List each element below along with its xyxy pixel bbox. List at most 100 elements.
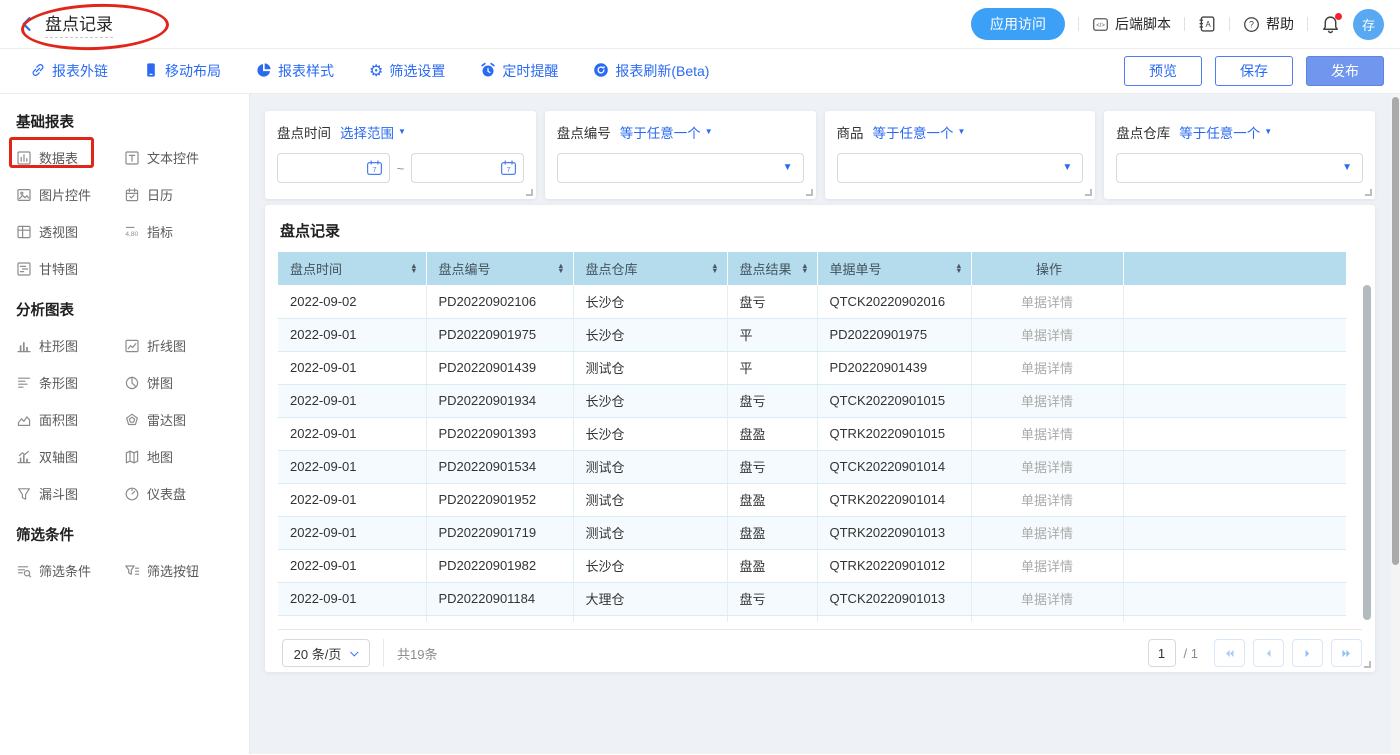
toolbar-item-report-refresh[interactable]: 报表刷新(Beta): [593, 61, 709, 81]
filter-select[interactable]: ▼: [837, 153, 1084, 183]
data-table-widget[interactable]: 盘点记录 盘点时间▲▼盘点编号▲▼盘点仓库▲▼盘点结果▲▼单据单号▲▼操作202…: [265, 205, 1375, 672]
table-cell: PD20220901952: [426, 483, 573, 516]
save-button[interactable]: 保存: [1215, 56, 1293, 86]
table-scrollbar[interactable]: [1363, 285, 1371, 620]
column-header[interactable]: 盘点结果▲▼: [727, 252, 817, 285]
record-detail-link[interactable]: 单据详情: [971, 450, 1123, 483]
record-detail-link[interactable]: 单据详情: [971, 516, 1123, 549]
filter-select[interactable]: ▼: [1116, 153, 1363, 183]
record-detail-link[interactable]: 单据详情: [971, 582, 1123, 615]
sort-icon[interactable]: ▲▼: [949, 264, 962, 273]
filter-operator-dropdown[interactable]: 等于任意一个▼: [873, 122, 966, 142]
widget-resize-handle[interactable]: [1365, 189, 1372, 196]
toolbar-item-report-style[interactable]: 报表样式: [256, 61, 334, 81]
date-start-input[interactable]: 7: [277, 153, 390, 183]
sidebar-item-area-chart[interactable]: 面积图: [16, 410, 124, 429]
filter-operator-dropdown[interactable]: 选择范围▼: [340, 122, 406, 142]
column-header[interactable]: 盘点时间▲▼: [278, 252, 426, 285]
sort-icon[interactable]: ▲▼: [795, 264, 808, 273]
table-cell: 测试仓: [573, 450, 727, 483]
table-cell: 盘盈: [727, 516, 817, 549]
table-cell: PD20220901534: [426, 450, 573, 483]
sidebar-item-radar-chart[interactable]: 雷达图: [124, 410, 239, 429]
page-number-input[interactable]: 1: [1148, 639, 1176, 667]
filter-widget-inventory-warehouse[interactable]: 盘点仓库 等于任意一个▼ ▼: [1104, 111, 1375, 199]
sidebar-item-pie-chart[interactable]: 饼图: [124, 373, 239, 392]
back-button[interactable]: [18, 15, 36, 33]
sidebar-item-dual-axis-chart[interactable]: 双轴图: [16, 447, 124, 466]
sidebar-item-bar-chart[interactable]: 条形图: [16, 373, 124, 392]
help-button[interactable]: ? 帮助: [1243, 14, 1294, 34]
caret-down-icon: ▼: [1264, 128, 1272, 136]
sidebar-item-filter-button[interactable]: 筛选按钮: [124, 561, 239, 580]
sidebar-item-line-chart[interactable]: 折线图: [124, 336, 239, 355]
caret-down-icon: ▼: [1062, 163, 1072, 173]
toolbar-item-scheduled-reminder[interactable]: 定时提醒: [480, 61, 558, 81]
preview-button[interactable]: 预览: [1124, 56, 1202, 86]
sort-icon[interactable]: ▲▼: [551, 264, 564, 273]
filter-widget-product[interactable]: 商品 等于任意一个▼ ▼: [825, 111, 1096, 199]
sidebar-item-text-widget[interactable]: 文本控件: [124, 148, 239, 167]
filter-operator-dropdown[interactable]: 等于任意一个▼: [1179, 122, 1272, 142]
record-detail-link[interactable]: 单据详情: [971, 285, 1123, 318]
caret-down-icon: ▼: [1342, 163, 1352, 173]
sidebar-item-image-widget[interactable]: 图片控件: [16, 185, 124, 204]
manual-button[interactable]: A: [1198, 15, 1216, 33]
divider: [383, 639, 384, 667]
filter-operator-dropdown[interactable]: 等于任意一个▼: [620, 122, 713, 142]
sort-icon[interactable]: ▲▼: [705, 264, 718, 273]
widget-resize-handle[interactable]: [1364, 661, 1371, 668]
backend-script-button[interactable]: </> 后端脚本: [1092, 14, 1171, 34]
page-size-select[interactable]: 20 条/页: [282, 639, 370, 667]
last-page-button[interactable]: [1331, 639, 1362, 667]
divider: [1229, 17, 1230, 31]
sidebar-item-funnel-chart[interactable]: 漏斗图: [16, 484, 124, 503]
page-title[interactable]: 盘点记录: [45, 10, 113, 38]
record-detail-link[interactable]: 单据详情: [971, 384, 1123, 417]
widget-resize-handle[interactable]: [526, 189, 533, 196]
toolbar-item-mobile-layout[interactable]: 移动布局: [143, 61, 221, 81]
caret-down-icon: ▼: [783, 163, 793, 173]
avatar[interactable]: 存: [1353, 9, 1384, 40]
app-access-button[interactable]: 应用访问: [971, 8, 1065, 40]
table-row: 2022-09-01PD20220901975长沙仓平PD20220901975…: [278, 318, 1346, 351]
toolbar-item-report-link[interactable]: 报表外链: [30, 61, 108, 81]
column-header[interactable]: 单据单号▲▼: [817, 252, 971, 285]
widget-resize-handle[interactable]: [806, 189, 813, 196]
prev-page-button[interactable]: [1253, 639, 1284, 667]
first-page-button[interactable]: [1214, 639, 1245, 667]
sort-icon[interactable]: ▲▼: [404, 264, 417, 273]
toolbar-item-filter-settings[interactable]: ⚙筛选设置: [369, 61, 445, 81]
column-header[interactable]: 盘点仓库▲▼: [573, 252, 727, 285]
sidebar-item-data-table[interactable]: 数据表: [16, 148, 124, 167]
sidebar-item-map-chart[interactable]: 地图: [124, 447, 239, 466]
filter-select[interactable]: ▼: [557, 153, 804, 183]
record-detail-link[interactable]: 单据详情: [971, 318, 1123, 351]
table-cell: PD20220901719: [426, 516, 573, 549]
sidebar-item-pivot-view[interactable]: 透视图: [16, 222, 124, 241]
sidebar-item-indicator[interactable]: 4,80指标: [124, 222, 239, 241]
sidebar-item-filter-condition[interactable]: 筛选条件: [16, 561, 124, 580]
filter-widget-inventory-time[interactable]: 盘点时间 选择范围▼ 7 ~ 7: [265, 111, 536, 199]
record-detail-link[interactable]: 单据详情: [971, 483, 1123, 516]
svg-text:7: 7: [372, 165, 376, 174]
sidebar-item-column-chart[interactable]: 柱形图: [16, 336, 124, 355]
line-chart-icon: [124, 338, 140, 354]
date-end-input[interactable]: 7: [411, 153, 524, 183]
next-page-button[interactable]: [1292, 639, 1323, 667]
sidebar-item-gantt[interactable]: 甘特图: [16, 259, 124, 278]
record-detail-link[interactable]: 单据详情: [971, 351, 1123, 384]
caret-down-icon: ▼: [398, 128, 406, 136]
page-scrollbar[interactable]: [1391, 94, 1400, 754]
record-detail-link[interactable]: 单据详情: [971, 549, 1123, 582]
notification-bell[interactable]: [1321, 15, 1340, 34]
indicator-icon: 4,80: [124, 224, 140, 240]
widget-resize-handle[interactable]: [1085, 189, 1092, 196]
table-row: 2022-09-01PD20220901534测试仓盘亏QTCK20220901…: [278, 450, 1346, 483]
filter-widget-inventory-no[interactable]: 盘点编号 等于任意一个▼ ▼: [545, 111, 816, 199]
publish-button[interactable]: 发布: [1306, 56, 1384, 86]
record-detail-link[interactable]: 单据详情: [971, 417, 1123, 450]
column-header[interactable]: 盘点编号▲▼: [426, 252, 573, 285]
sidebar-item-gauge-chart[interactable]: 仪表盘: [124, 484, 239, 503]
sidebar-item-calendar[interactable]: 日历: [124, 185, 239, 204]
